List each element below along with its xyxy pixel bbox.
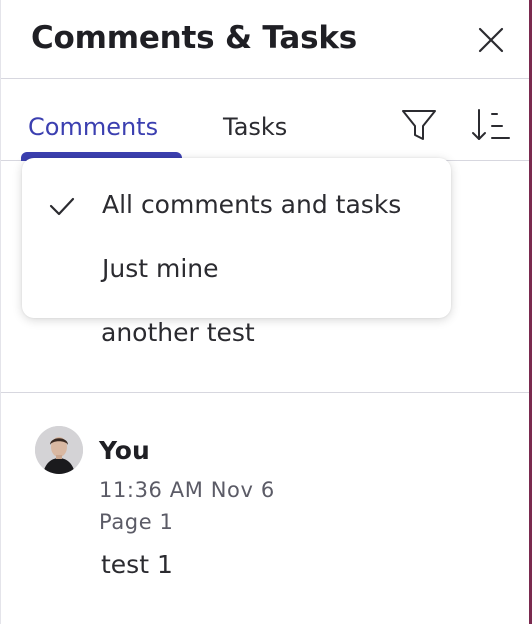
panel-title: Comments & Tasks	[31, 20, 358, 56]
comment-text: another test	[101, 318, 255, 347]
filter-option-all[interactable]: All comments and tasks	[22, 178, 451, 234]
comment-timestamp: 11:36 AM Nov 6	[99, 478, 275, 502]
comment-text: test 1	[101, 550, 173, 579]
comment-page[interactable]: Page 1	[99, 510, 173, 534]
close-icon	[478, 27, 504, 53]
filter-button[interactable]	[399, 105, 439, 145]
avatar	[35, 426, 83, 474]
tab-comments[interactable]: Comments	[28, 113, 158, 141]
filter-option-mine[interactable]: Just mine	[22, 242, 451, 298]
user-photo-icon	[35, 426, 83, 474]
filter-icon	[402, 110, 436, 140]
comment-author: You	[99, 436, 150, 465]
sort-button[interactable]	[469, 105, 513, 145]
close-button[interactable]	[473, 22, 509, 58]
checkmark-icon	[49, 197, 75, 216]
filter-option-label: Just mine	[102, 254, 219, 283]
comment-divider	[1, 392, 530, 393]
tab-bar: Comments Tasks	[1, 80, 530, 161]
tab-tasks[interactable]: Tasks	[223, 113, 287, 141]
filter-option-label: All comments and tasks	[102, 190, 402, 219]
comments-tasks-panel: Comments & Tasks Comments Tasks another …	[0, 0, 532, 624]
filter-dropdown: All comments and tasks Just mine	[22, 158, 451, 318]
panel-header: Comments & Tasks	[1, 0, 530, 79]
sort-icon	[472, 109, 510, 140]
